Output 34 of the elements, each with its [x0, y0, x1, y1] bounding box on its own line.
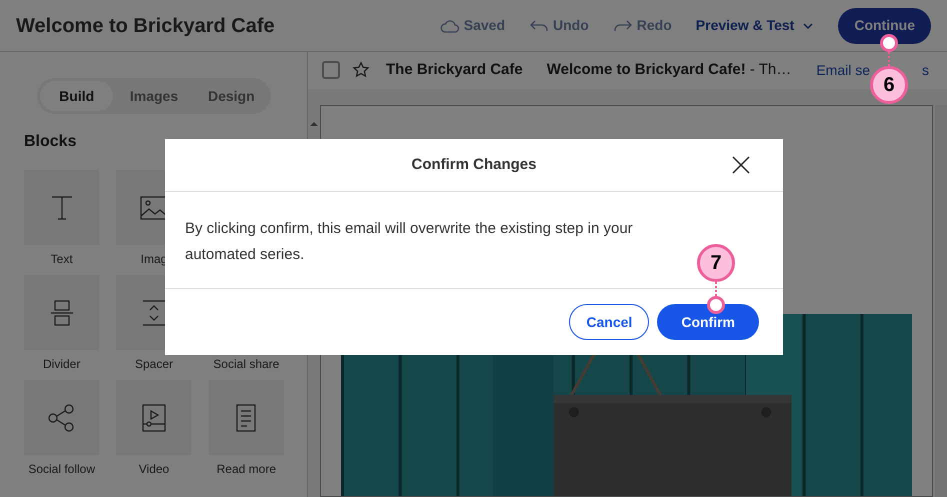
email-subject: Welcome to Brickyard Cafe! - Th… [546, 60, 792, 80]
sidebar-tab[interactable]: Build [40, 81, 114, 111]
block-label: Social share [213, 356, 280, 373]
block-label: Social follow [28, 461, 96, 478]
block-label: Read more [216, 461, 276, 478]
checkbox[interactable] [322, 61, 340, 80]
continue-button[interactable]: Continue [838, 8, 931, 44]
page-title: Welcome to Brickyard Cafe [16, 14, 275, 38]
cloud-icon [440, 18, 460, 34]
dialog-message: By clicking confirm, this email will overwrite the existing step in your automated series. [185, 219, 634, 265]
sidebar-tab[interactable]: Images [117, 81, 191, 111]
sender-name: The Brickyard Cafe [386, 60, 523, 80]
close-button[interactable] [731, 155, 751, 175]
block-tile[interactable] [116, 380, 192, 455]
block-label: Video [138, 461, 170, 478]
block-label: Spacer [134, 356, 173, 373]
cancel-button[interactable]: Cancel [569, 304, 650, 340]
redo-icon [612, 18, 633, 34]
confirm-button[interactable]: Confirm [657, 304, 759, 340]
block-label: Divider [42, 356, 80, 373]
link-fragment: s [922, 60, 929, 80]
block-tile[interactable] [24, 275, 100, 350]
close-icon [731, 155, 751, 175]
block-label: Text [50, 251, 73, 268]
preview-menu[interactable]: Preview & Test [696, 15, 814, 36]
block-tile[interactable] [24, 170, 100, 245]
dialog-title: Confirm Changes [411, 154, 536, 175]
block-tile[interactable] [24, 380, 100, 455]
block-tile[interactable] [208, 380, 284, 455]
undo-icon [529, 18, 550, 34]
email-series-link[interactable]: Email se [816, 60, 870, 81]
star-icon[interactable] [352, 61, 370, 80]
sidebar-tab[interactable]: Design [194, 81, 268, 111]
blocks-heading: Blocks [24, 132, 78, 152]
